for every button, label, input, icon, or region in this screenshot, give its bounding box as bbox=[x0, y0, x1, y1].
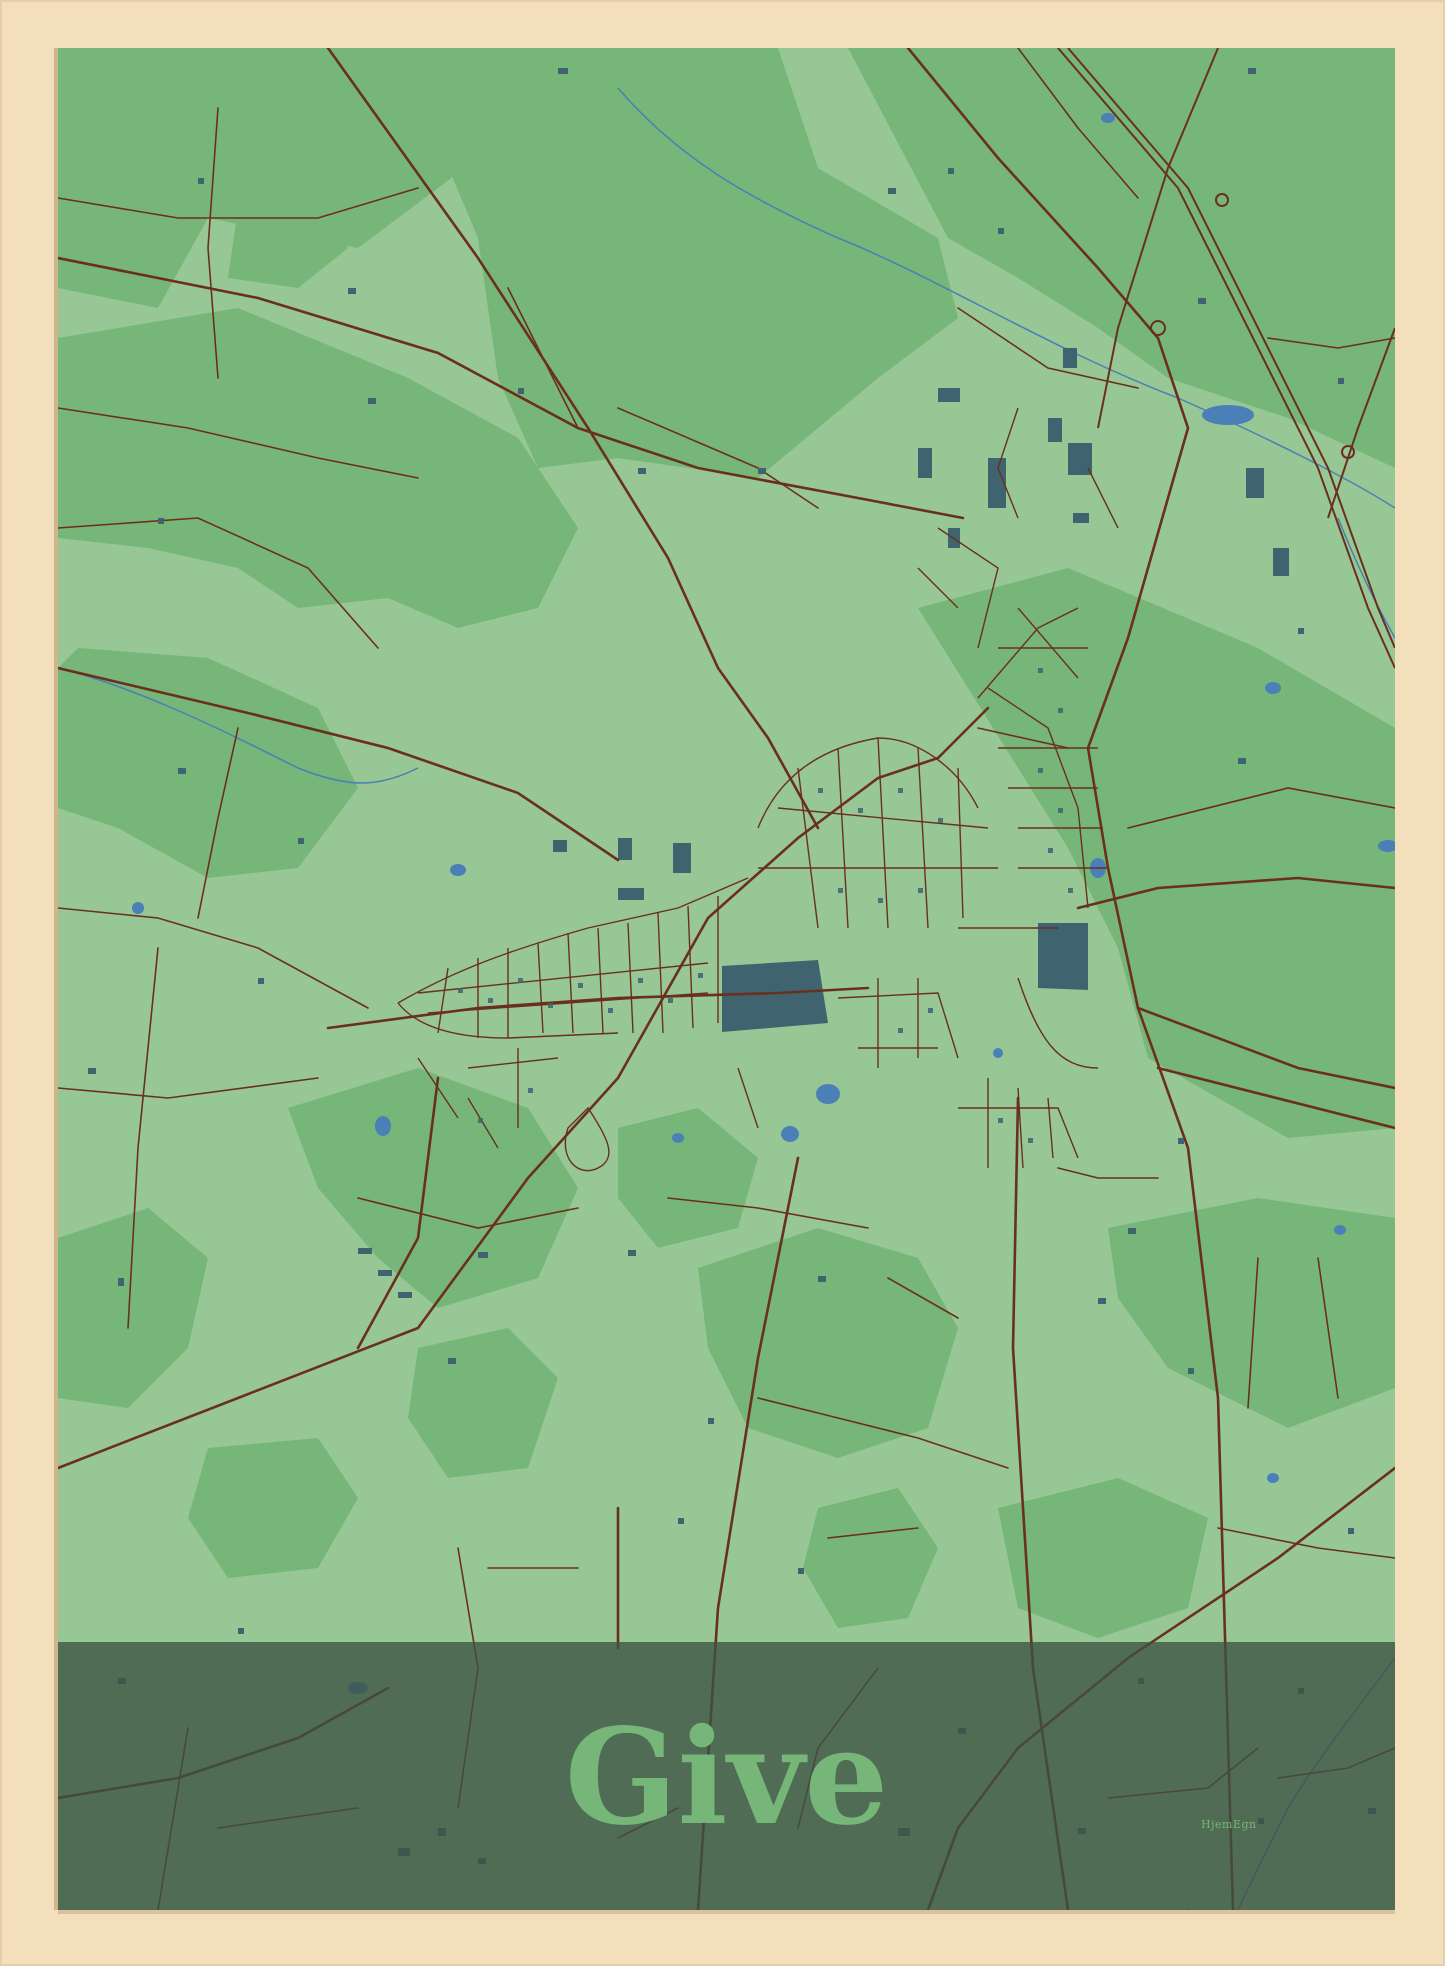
wooden-frame: Give HjemEgn bbox=[0, 0, 1445, 1966]
brand-mark: HjemEgn bbox=[1201, 1818, 1257, 1831]
lake-east bbox=[1038, 923, 1088, 990]
poster-title: Give bbox=[564, 1700, 889, 1855]
map-poster: Give HjemEgn bbox=[58, 48, 1395, 1910]
lake-south bbox=[722, 960, 828, 1032]
map-canvas bbox=[58, 48, 1395, 1910]
